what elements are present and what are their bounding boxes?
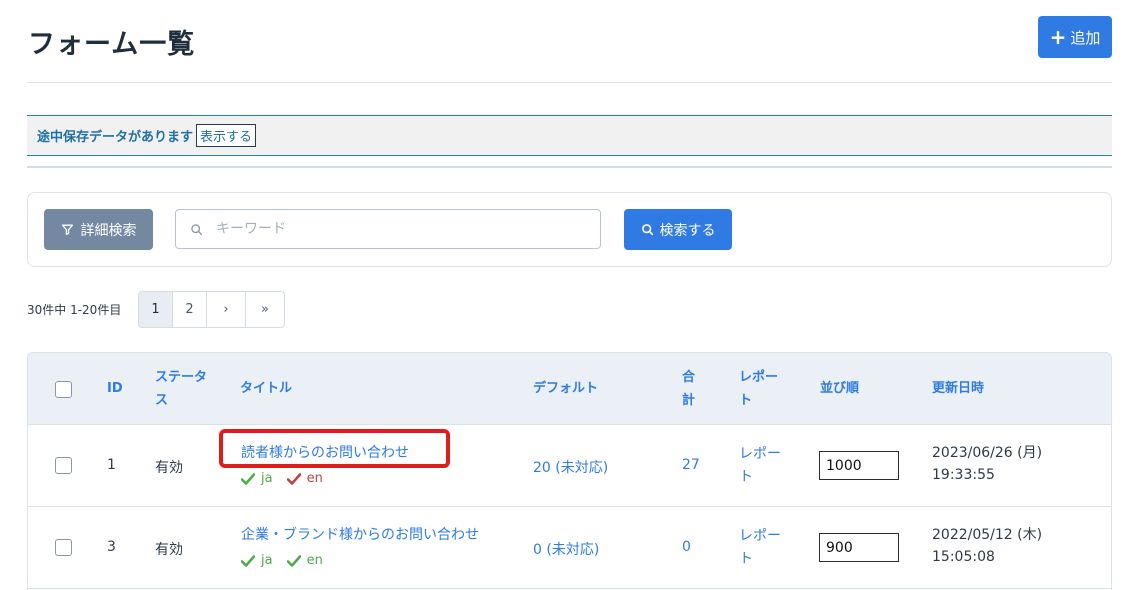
form-title-link[interactable]: 企業・ブランド様からのお問い合わせ <box>241 524 479 544</box>
table-header: ID ステータス タイトル デフォルト 合計 レポート 並び順 更新日時 <box>28 353 1111 425</box>
report-link[interactable]: レポート <box>739 443 785 489</box>
report-link[interactable]: レポート <box>739 525 785 571</box>
filter-icon <box>61 224 73 236</box>
language-ja[interactable]: ja <box>241 553 273 568</box>
pagination: 1 2 › » <box>138 291 285 328</box>
order-input[interactable] <box>819 533 899 562</box>
default-count-link[interactable]: 20 (未対応) <box>533 457 608 477</box>
row-status: 有効 <box>155 460 183 476</box>
plus-icon: + <box>1049 25 1067 49</box>
page-title: フォーム一覧 <box>28 29 196 60</box>
default-count-link[interactable]: 0 (未対応) <box>533 539 599 559</box>
keyword-input[interactable] <box>216 221 576 237</box>
language-code: en <box>306 553 323 568</box>
result-count: 30件中 1-20件目 <box>27 303 122 317</box>
updated-time: 19:33:55 <box>932 467 995 483</box>
divider <box>27 166 1112 168</box>
draft-notice-message: 途中保存データがあります <box>37 130 194 145</box>
order-input[interactable] <box>819 451 899 480</box>
row-status: 有効 <box>155 542 183 558</box>
column-header-total[interactable]: 合計 <box>682 366 698 412</box>
column-header-title[interactable]: タイトル <box>240 377 292 400</box>
table-row: 1 有効 読者様からのお問い合わせ ja en 20 (未対応) 27 レポート… <box>28 425 1111 507</box>
advanced-search-button[interactable]: 詳細検索 <box>44 209 153 250</box>
updated-date: 2022/05/12 (木) <box>932 527 1043 543</box>
page-2-button[interactable]: 2 <box>173 292 207 327</box>
page-1-button[interactable]: 1 <box>139 292 173 327</box>
row-checkbox[interactable] <box>55 457 72 474</box>
total-count-link[interactable]: 0 <box>682 539 691 555</box>
add-button[interactable]: + 追加 <box>1038 16 1112 58</box>
select-all-checkbox[interactable] <box>55 381 72 398</box>
search-button-label: 検索する <box>659 222 716 239</box>
column-header-order[interactable]: 並び順 <box>820 377 859 400</box>
updated-date: 2023/06/26 (月) <box>932 445 1043 461</box>
keyword-search-box[interactable] <box>175 209 601 249</box>
search-icon <box>191 223 203 235</box>
language-ja[interactable]: ja <box>241 471 273 486</box>
show-draft-button[interactable]: 表示する <box>196 124 257 147</box>
table-row: 3 有効 企業・ブランド様からのお問い合わせ ja en 0 (未対応) 0 レ… <box>28 507 1111 589</box>
language-code: ja <box>261 553 273 568</box>
forms-table: ID ステータス タイトル デフォルト 合計 レポート 並び順 更新日時 1 有… <box>27 352 1112 590</box>
language-list: ja en <box>241 553 323 568</box>
search-panel: 詳細検索 検索する <box>27 192 1112 267</box>
check-icon <box>241 472 255 485</box>
advanced-search-label: 詳細検索 <box>80 222 137 239</box>
divider <box>27 82 1112 83</box>
column-header-default[interactable]: デフォルト <box>533 377 598 400</box>
search-button[interactable]: 検索する <box>624 209 732 250</box>
check-icon <box>241 554 255 567</box>
column-header-report: レポート <box>739 370 779 408</box>
add-button-label: 追加 <box>1070 28 1101 47</box>
last-page-button[interactable]: » <box>246 292 284 327</box>
row-id: 1 <box>107 457 116 473</box>
language-en[interactable]: en <box>286 471 323 486</box>
column-header-status[interactable]: ステータス <box>155 366 213 412</box>
check-icon <box>286 472 301 485</box>
column-header-updated[interactable]: 更新日時 <box>932 377 984 400</box>
language-code: ja <box>261 471 273 486</box>
updated-time: 15:05:08 <box>932 549 995 565</box>
language-en[interactable]: en <box>286 553 323 568</box>
check-icon <box>286 554 301 567</box>
total-count-link[interactable]: 27 <box>682 457 700 473</box>
search-icon <box>641 224 653 236</box>
form-title-link[interactable]: 読者様からのお問い合わせ <box>241 442 409 462</box>
language-list: ja en <box>241 471 323 486</box>
next-page-button[interactable]: › <box>207 292 246 327</box>
draft-notice: 途中保存データがあります 表示する <box>27 115 1112 156</box>
row-checkbox[interactable] <box>55 539 72 556</box>
language-code: en <box>306 471 323 486</box>
row-id: 3 <box>107 539 116 555</box>
column-header-id[interactable]: ID <box>107 377 123 400</box>
